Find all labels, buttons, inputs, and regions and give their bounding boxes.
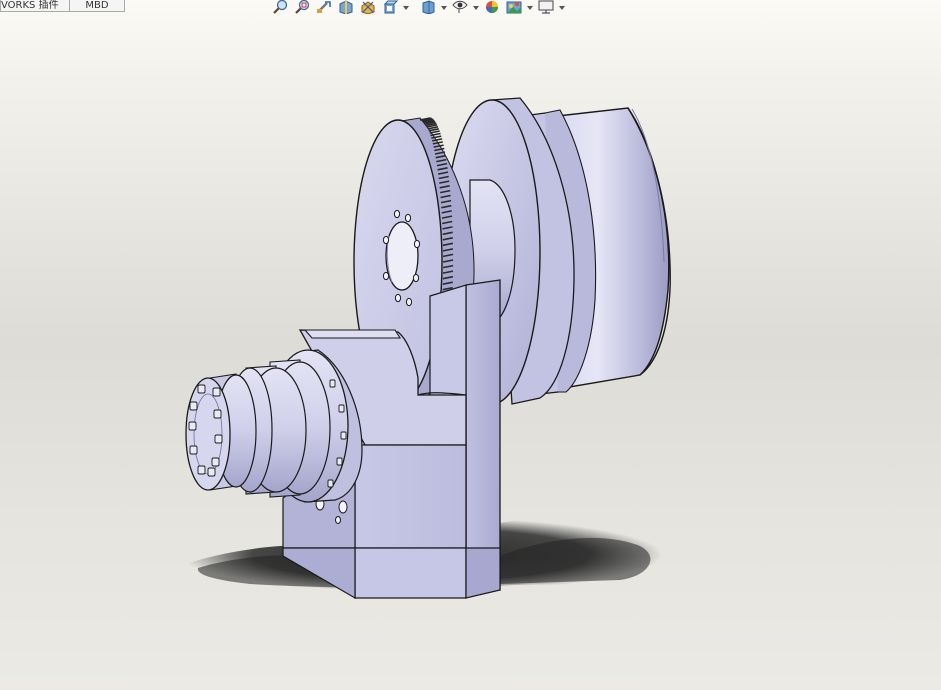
edit-appearance-button[interactable] <box>482 0 502 16</box>
dynamic-annotation-views-icon <box>361 1 375 14</box>
zoom-to-area-button[interactable] <box>292 0 312 16</box>
edit-appearance-icon <box>486 1 498 13</box>
chevron-down-icon <box>527 6 533 10</box>
chevron-down-icon <box>559 6 565 10</box>
gear-tooth <box>429 130 440 134</box>
section-view-icon <box>339 0 353 14</box>
section-view-button[interactable] <box>336 0 356 16</box>
view-settings-button[interactable] <box>536 0 556 16</box>
reducer-output[interactable] <box>185 349 363 503</box>
view-orientation-icon <box>383 0 399 14</box>
chevron-down-icon <box>473 6 479 10</box>
command-manager-tabs: VORKS 插件 MBD <box>0 0 125 12</box>
display-style-button[interactable] <box>418 0 438 16</box>
graphics-area[interactable] <box>0 0 941 690</box>
view-orientation-dropdown[interactable] <box>402 0 410 16</box>
zoom-to-fit-icon <box>273 0 288 14</box>
view-settings-icon <box>538 0 554 14</box>
previous-view-button[interactable] <box>314 0 334 16</box>
dynamic-annotation-views-button[interactable] <box>358 0 378 16</box>
view-settings-dropdown[interactable] <box>558 0 566 16</box>
chevron-down-icon <box>403 6 409 10</box>
tab-mbd[interactable]: MBD <box>69 0 125 12</box>
heads-up-view-toolbar <box>270 0 566 18</box>
display-style-dropdown[interactable] <box>440 0 448 16</box>
view-orientation-button[interactable] <box>380 0 400 16</box>
zoom-to-fit-button[interactable] <box>270 0 290 16</box>
chevron-down-icon <box>441 6 447 10</box>
hide-show-items-button[interactable] <box>450 0 470 16</box>
apply-scene-dropdown[interactable] <box>526 0 534 16</box>
zoom-to-area-icon <box>295 0 310 14</box>
apply-scene-icon <box>506 1 522 14</box>
hide-show-items-dropdown[interactable] <box>472 0 480 16</box>
display-style-icon <box>422 0 435 14</box>
previous-view-icon <box>317 1 331 13</box>
apply-scene-button[interactable] <box>504 0 524 16</box>
tab-solidworks-addins[interactable]: VORKS 插件 <box>0 0 70 12</box>
hide-show-items-icon <box>452 0 468 13</box>
